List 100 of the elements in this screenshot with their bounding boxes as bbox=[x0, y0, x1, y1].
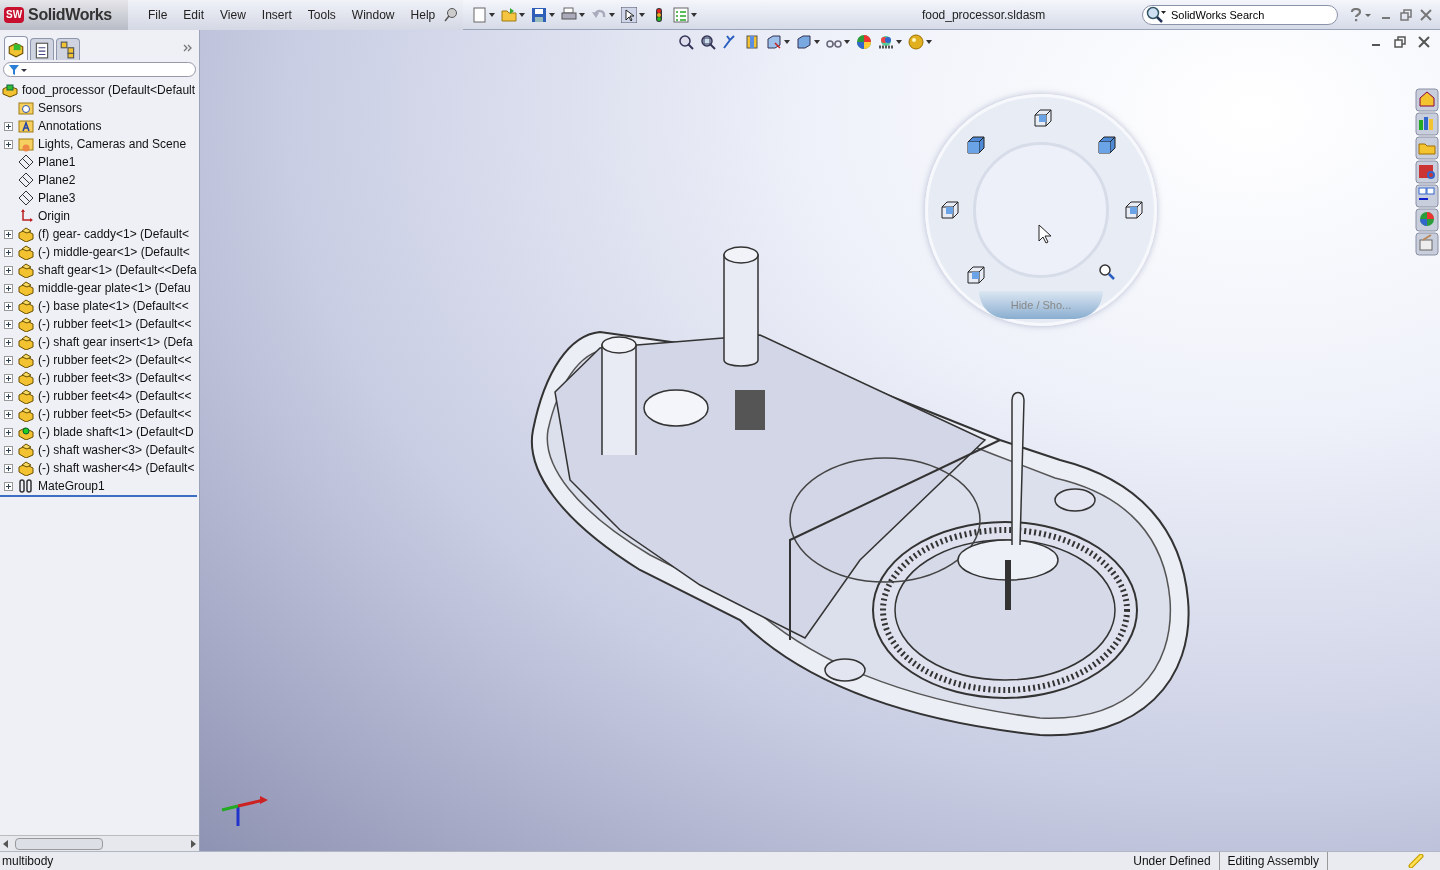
property-tab[interactable] bbox=[30, 38, 54, 60]
wireframe-cube-icon[interactable] bbox=[941, 201, 959, 219]
expand-icon[interactable] bbox=[4, 337, 13, 347]
tree-item[interactable]: (-) shaft gear insert<1> (Defa bbox=[38, 333, 193, 351]
section-view-icon[interactable] bbox=[744, 34, 760, 50]
custom-properties-icon[interactable] bbox=[1415, 232, 1439, 256]
shaded-cube-icon[interactable] bbox=[967, 136, 985, 154]
zoom-to-fit-icon[interactable] bbox=[678, 34, 694, 50]
dropdown-caret-icon[interactable] bbox=[844, 40, 850, 44]
expand-icon[interactable] bbox=[4, 355, 13, 365]
zoom-area-icon[interactable] bbox=[700, 34, 716, 50]
tree-item[interactable]: (-) base plate<1> (Default<< bbox=[38, 297, 189, 315]
zoom-icon[interactable] bbox=[1099, 264, 1115, 280]
tree-item[interactable]: (-) blade shaft<1> (Default<D bbox=[38, 423, 194, 441]
expand-chevron-icon[interactable] bbox=[183, 44, 193, 52]
scroll-left-icon[interactable] bbox=[3, 839, 9, 848]
dropdown-caret-icon[interactable] bbox=[896, 40, 902, 44]
menu-item[interactable]: Edit bbox=[175, 5, 213, 24]
dropdown-caret-icon[interactable] bbox=[691, 12, 698, 17]
expand-icon[interactable] bbox=[4, 391, 13, 401]
expand-icon[interactable] bbox=[4, 319, 13, 329]
expand-icon[interactable] bbox=[4, 301, 13, 311]
tree-item[interactable]: (-) rubber feet<4> (Default<< bbox=[38, 387, 192, 405]
expand-icon[interactable] bbox=[4, 445, 13, 455]
wireframe-cube-icon[interactable] bbox=[1125, 201, 1143, 219]
configuration-tab[interactable] bbox=[56, 38, 80, 60]
expand-icon[interactable] bbox=[4, 121, 13, 131]
search-tools-icon[interactable] bbox=[1415, 160, 1439, 184]
save-icon[interactable] bbox=[531, 6, 548, 23]
filter-field[interactable] bbox=[3, 62, 196, 77]
shaded-cube-icon[interactable] bbox=[1098, 136, 1116, 154]
feature-tree-tab[interactable] bbox=[4, 36, 28, 60]
wireframe-cube-icon[interactable] bbox=[967, 266, 985, 284]
appearances-icon[interactable] bbox=[1415, 208, 1439, 232]
expand-icon[interactable] bbox=[4, 373, 13, 383]
restore-icon[interactable] bbox=[1400, 8, 1412, 21]
display-style-icon[interactable] bbox=[796, 34, 812, 50]
tree-item[interactable]: (-) rubber feet<2> (Default<< bbox=[38, 351, 192, 369]
view-orientation-icon[interactable] bbox=[766, 34, 782, 50]
close-icon[interactable] bbox=[1420, 8, 1432, 21]
tree-item[interactable]: Annotations bbox=[38, 117, 102, 135]
expand-icon[interactable] bbox=[4, 427, 13, 437]
tree-item[interactable]: Origin bbox=[38, 207, 70, 225]
expand-icon[interactable] bbox=[4, 409, 13, 419]
scene-icon[interactable] bbox=[878, 34, 894, 50]
search-field[interactable]: SolidWorks Search bbox=[1142, 4, 1338, 25]
tree-item[interactable]: Plane1 bbox=[38, 153, 76, 171]
expand-icon[interactable] bbox=[4, 229, 13, 239]
appearance-icon[interactable] bbox=[856, 34, 872, 50]
expand-icon[interactable] bbox=[4, 265, 13, 275]
scroll-thumb[interactable] bbox=[15, 837, 103, 850]
menu-item[interactable]: Insert bbox=[253, 5, 300, 24]
tree-item[interactable]: shaft gear<1> (Default<<Defa bbox=[38, 261, 197, 279]
tree-item[interactable]: Plane3 bbox=[38, 189, 76, 207]
expand-icon[interactable] bbox=[4, 139, 13, 149]
previous-view-icon[interactable] bbox=[722, 34, 738, 50]
pointer-icon[interactable] bbox=[621, 6, 638, 23]
close-icon[interactable] bbox=[1418, 36, 1430, 48]
tree-item[interactable]: Plane2 bbox=[38, 171, 76, 189]
tree-item[interactable]: food_processor (Default<Default bbox=[22, 81, 196, 99]
tree-item[interactable]: (-) shaft washer<3> (Default< bbox=[38, 441, 195, 459]
tree-item[interactable]: middle-gear plate<1> (Defau bbox=[38, 279, 191, 297]
library-icon[interactable] bbox=[1415, 112, 1439, 136]
expand-icon[interactable] bbox=[4, 463, 13, 473]
tree-item[interactable]: (-) middle-gear<1> (Default< bbox=[38, 243, 190, 261]
dropdown-caret-icon[interactable] bbox=[609, 12, 616, 17]
dropdown-caret-icon[interactable] bbox=[814, 40, 820, 44]
tree-item[interactable]: Sensors bbox=[38, 99, 83, 117]
menu-item[interactable]: Window bbox=[343, 5, 403, 24]
expand-icon[interactable] bbox=[4, 247, 13, 257]
tree-item[interactable]: Lights, Cameras and Scene bbox=[38, 135, 187, 153]
dropdown-caret-icon[interactable] bbox=[489, 12, 496, 17]
dropdown-caret-icon[interactable] bbox=[639, 12, 646, 17]
dropdown-caret-icon[interactable] bbox=[579, 12, 586, 17]
tree-item[interactable]: (-) rubber feet<1> (Default<< bbox=[38, 315, 192, 333]
dropdown-caret-icon[interactable] bbox=[549, 12, 556, 17]
view-palette-icon[interactable] bbox=[1415, 184, 1439, 208]
menu-item[interactable]: View bbox=[212, 5, 254, 24]
help-icon[interactable] bbox=[1350, 7, 1372, 22]
tree-item[interactable]: (f) gear- caddy<1> (Default< bbox=[38, 225, 190, 243]
expand-icon[interactable] bbox=[4, 481, 13, 491]
dropdown-caret-icon[interactable] bbox=[519, 12, 526, 17]
scroll-right-icon[interactable] bbox=[190, 839, 196, 848]
dropdown-caret-icon[interactable] bbox=[784, 40, 790, 44]
menu-item[interactable]: File bbox=[140, 5, 176, 24]
file-explorer-icon[interactable] bbox=[1415, 136, 1439, 160]
tree-item[interactable]: MateGroup1 bbox=[38, 477, 105, 495]
restore-icon[interactable] bbox=[1394, 36, 1406, 48]
menu-item[interactable]: Help bbox=[402, 5, 444, 24]
tree-item[interactable]: (-) shaft washer<4> (Default< bbox=[38, 459, 195, 477]
dropdown-caret-icon[interactable] bbox=[926, 40, 932, 44]
home-icon[interactable] bbox=[1415, 88, 1439, 112]
tree-item[interactable]: (-) rubber feet<3> (Default<< bbox=[38, 369, 192, 387]
tree-item[interactable]: (-) rubber feet<5> (Default<< bbox=[38, 405, 192, 423]
menu-item[interactable]: Tools bbox=[299, 5, 344, 24]
expand-icon[interactable] bbox=[4, 283, 13, 293]
printer-icon[interactable] bbox=[561, 6, 578, 23]
wireframe-cube-icon[interactable] bbox=[1034, 109, 1052, 127]
origin-icon bbox=[18, 208, 34, 224]
horizontal-scrollbar[interactable] bbox=[0, 835, 199, 851]
